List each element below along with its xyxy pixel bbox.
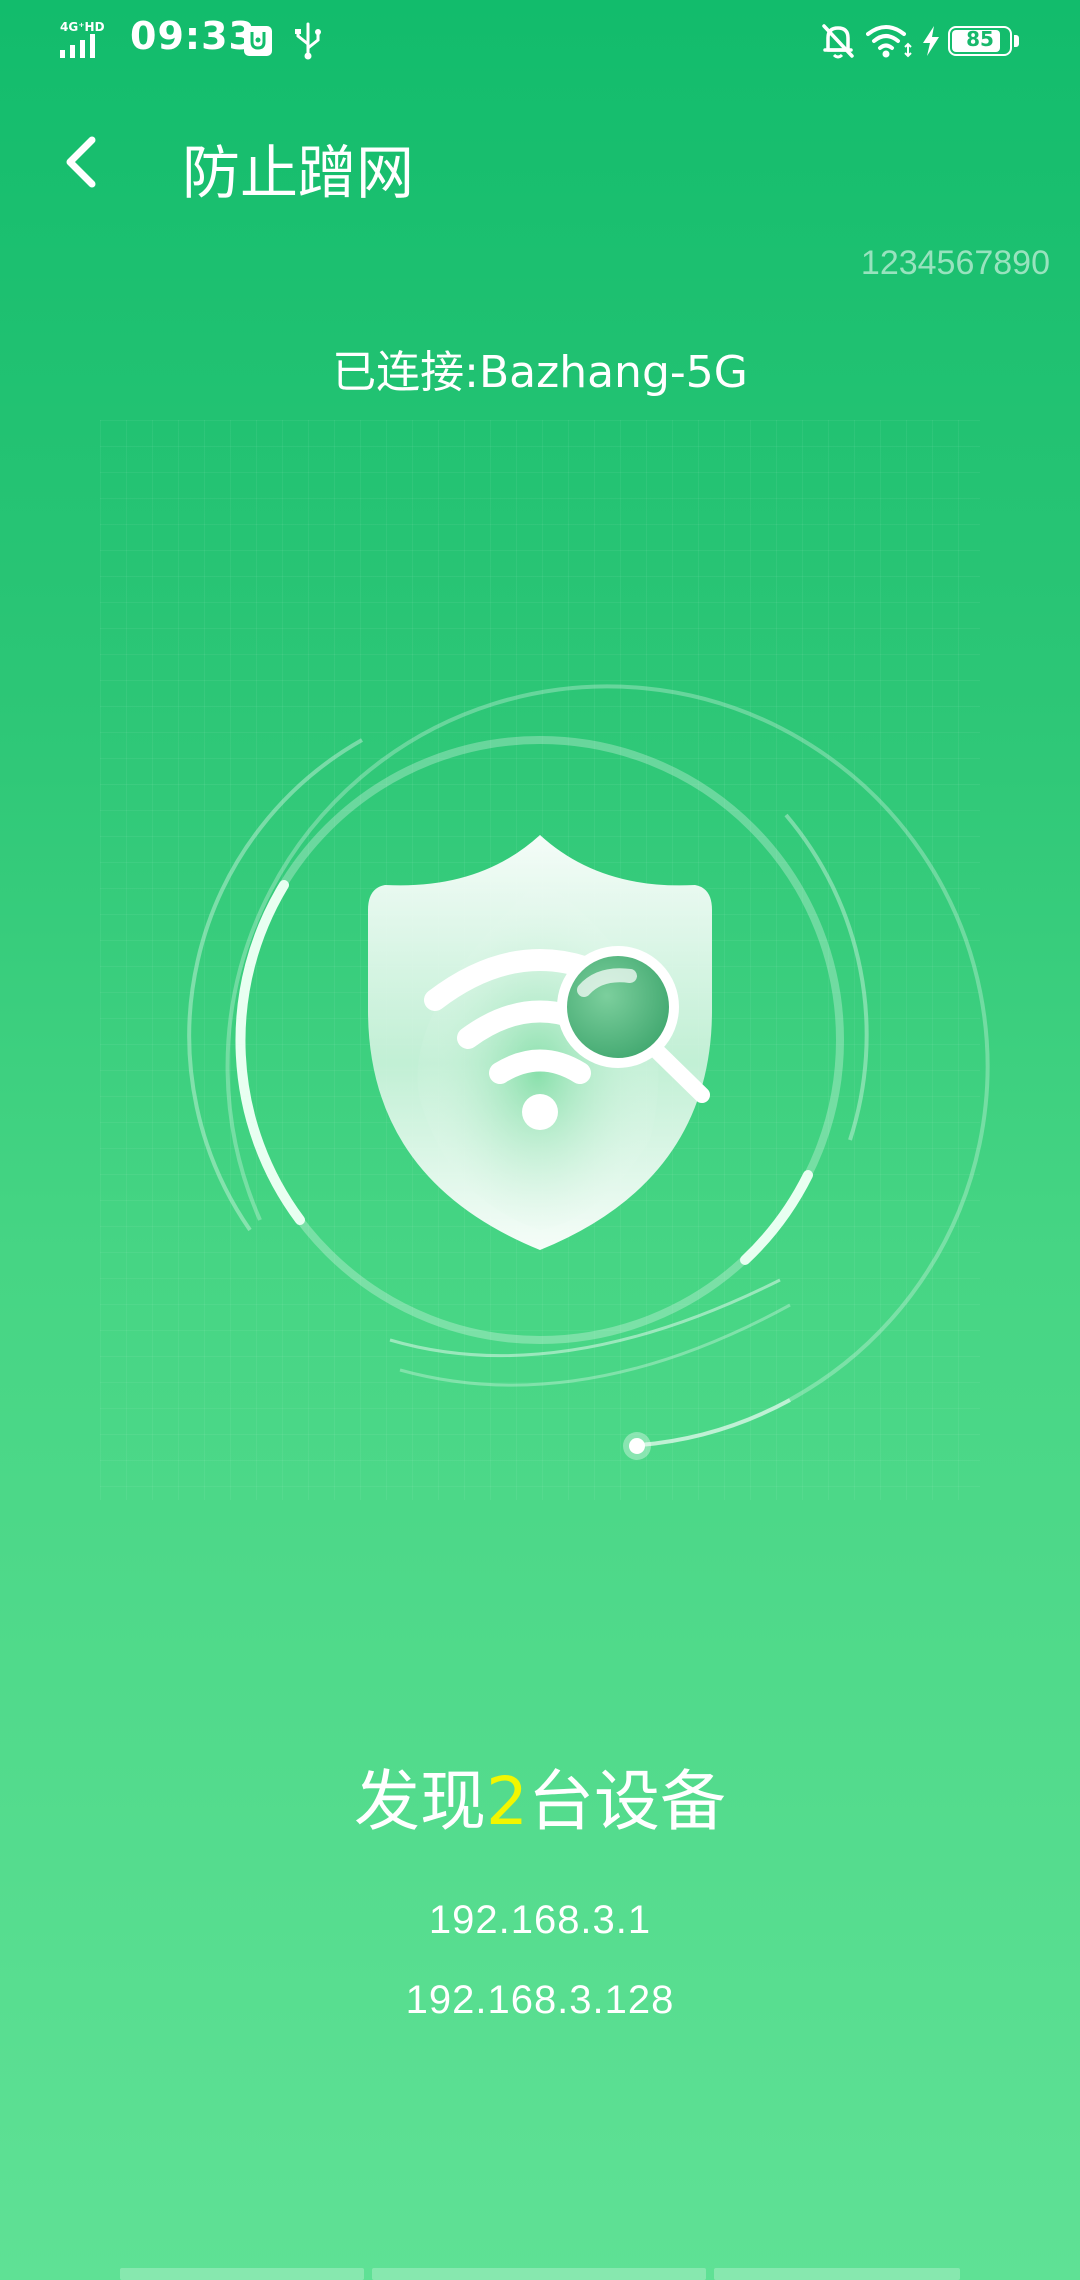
- usb-debug-icon: [244, 26, 272, 56]
- bell-off-icon: [822, 24, 854, 59]
- result-suffix: 台设备: [528, 1763, 726, 1840]
- signal-icon: 4G⁺HD: [60, 20, 105, 58]
- network-type: 4G⁺HD: [60, 20, 105, 34]
- bottom-tab-placeholder: [714, 2268, 960, 2280]
- bottom-tab-strip: [120, 2268, 960, 2280]
- chevron-left-icon: [66, 136, 96, 188]
- device-ip-item[interactable]: 192.168.3.1: [0, 1890, 1080, 1970]
- result-prefix: 发现: [354, 1763, 486, 1840]
- bottom-tab-placeholder: [120, 2268, 364, 2280]
- device-id: 1234567890: [860, 244, 1050, 282]
- device-list: 192.168.3.1 192.168.3.128: [0, 1890, 1080, 2050]
- wifi-icon: [866, 25, 912, 58]
- status-time: 09:33: [130, 14, 256, 58]
- back-button[interactable]: [56, 130, 116, 194]
- battery-icon: 85: [948, 26, 1012, 56]
- device-count: 2: [486, 1763, 528, 1840]
- screen: 4G⁺HD 09:33 85 防止蹭网 1234567890 已连接:Bazha…: [0, 0, 1080, 2280]
- charging-icon: [923, 26, 939, 56]
- page-title: 防止蹭网: [182, 139, 415, 207]
- result-summary: 发现2台设备: [0, 1748, 1080, 1844]
- battery-tip: [1014, 35, 1019, 47]
- battery-level: 85: [966, 27, 994, 51]
- shield-wifi-search-icon: [187, 684, 990, 1460]
- device-ip-item[interactable]: 192.168.3.128: [0, 1970, 1080, 2050]
- bottom-tab-placeholder: [372, 2268, 706, 2280]
- status-bar: 4G⁺HD 09:33 85: [0, 0, 1080, 84]
- connection-status: 已连接:Bazhang-5G: [332, 347, 748, 398]
- usb-icon: [295, 22, 321, 60]
